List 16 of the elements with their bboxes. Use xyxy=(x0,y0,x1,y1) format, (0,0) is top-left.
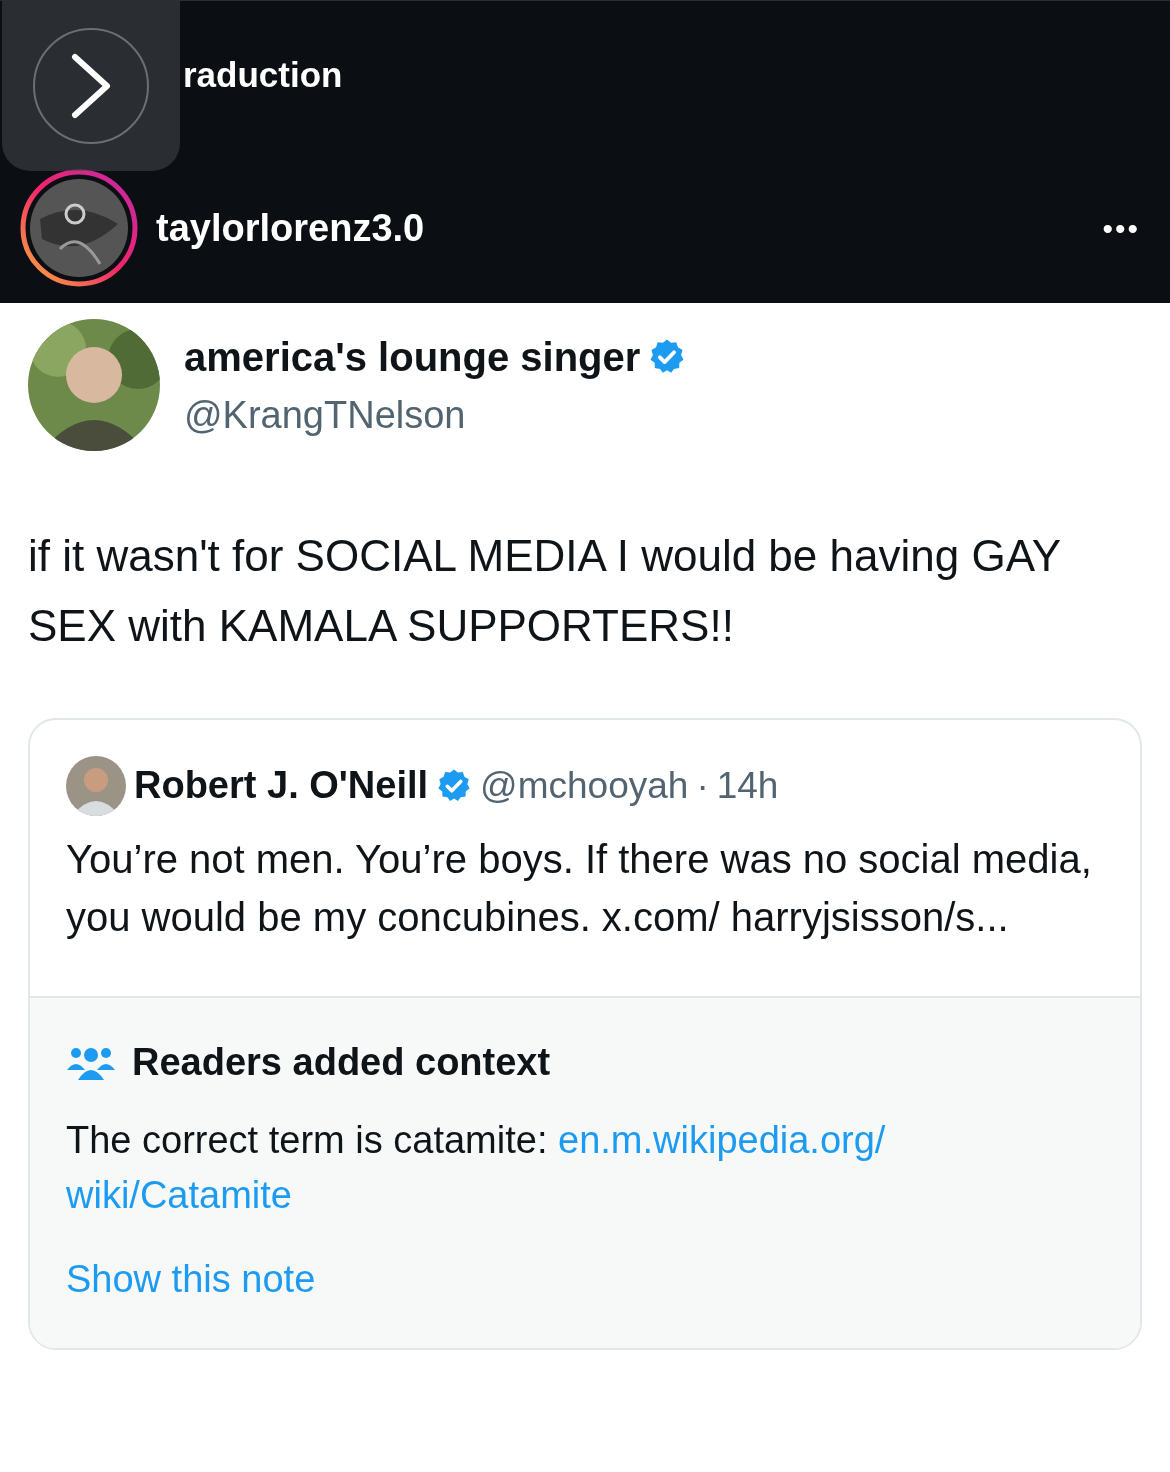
quoted-tweet-card[interactable] xyxy=(28,717,1142,1350)
timestamp: 14h xyxy=(716,764,779,809)
note-text: The correct term is catamite: xyxy=(66,1118,549,1161)
user-handle[interactable]: @mchooyah xyxy=(480,758,689,814)
chevron-right-icon xyxy=(69,53,113,119)
note-title: Readers added context xyxy=(132,1039,551,1085)
display-name[interactable]: Robert J. O'Neill xyxy=(134,757,429,815)
story-ring-avatar[interactable] xyxy=(20,169,138,287)
translation-link[interactable]: raduction xyxy=(183,55,343,94)
username[interactable]: taylorlorenz3.0 xyxy=(156,199,425,257)
tweet-text: if it wasn't for SOCIAL MEDIA I would be having GAY SEX with KAMALA SUPPORTERS!! xyxy=(28,530,1062,653)
user-handle[interactable]: @KrangTNelson xyxy=(184,386,687,444)
quoted-tweet-text: You’re not men. You’re boys. If there was no social media, you would be my concubines. x.com/ harryjsisson/s... xyxy=(66,835,1093,941)
more-options[interactable]: ••• xyxy=(1102,205,1140,251)
display-name[interactable]: america's lounge singer xyxy=(184,326,641,387)
separator-dot: · xyxy=(696,764,709,809)
